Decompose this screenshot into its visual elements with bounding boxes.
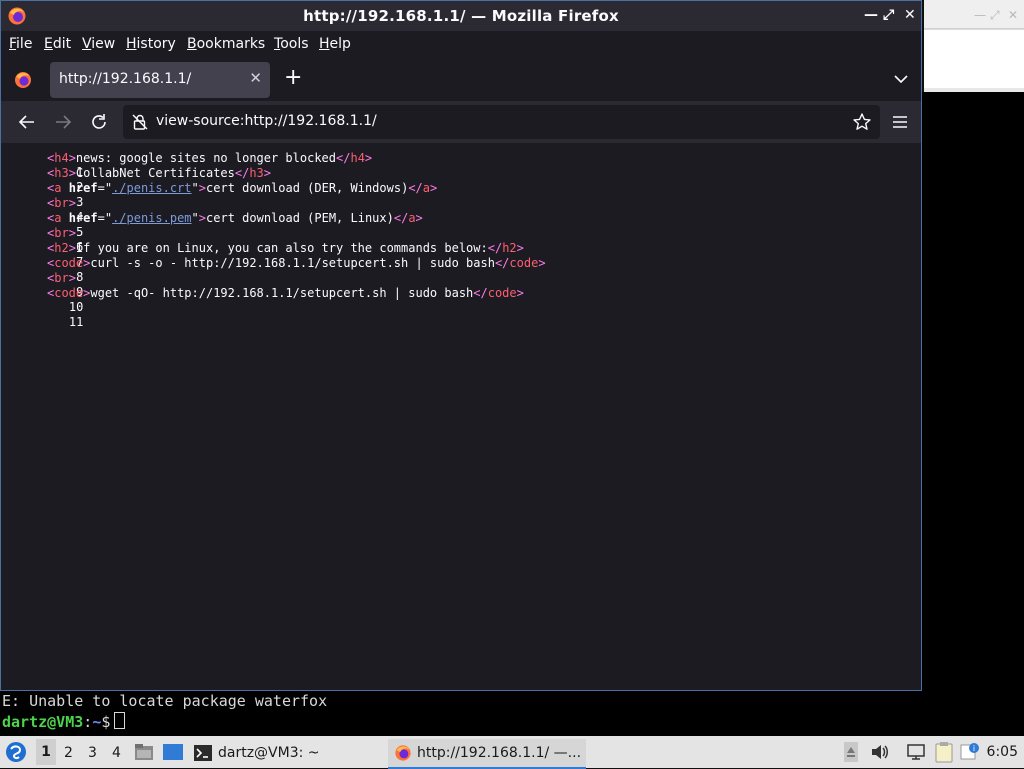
line-code: <br>	[47, 271, 76, 285]
source-line: 10 <code>wget -qO- http://192.168.1.1/se…	[1, 286, 524, 314]
prompt-user: dartz@VM3	[2, 713, 84, 731]
source-line: 1 <h4>news: google sites no longer block…	[1, 151, 372, 179]
line-code: <br>	[47, 196, 76, 210]
line-number: 11	[68, 315, 84, 329]
menu-file[interactable]: File	[9, 36, 32, 52]
close-icon[interactable]: ✕	[904, 7, 916, 23]
workspace-1[interactable]: 1	[36, 739, 56, 765]
terminal-icon	[194, 745, 212, 761]
background-minimize-icon[interactable]: —	[974, 8, 986, 22]
source-line: 2 <h3>CollabNet Certificates</h3>	[1, 166, 271, 194]
workspace-3[interactable]: 3	[88, 745, 97, 761]
taskbar-firefox-button[interactable]: http://192.168.1.1/ —...	[388, 739, 586, 769]
insecure-lock-icon[interactable]	[131, 113, 149, 131]
firefox-icon	[395, 745, 411, 761]
menu-help[interactable]: Help	[319, 36, 351, 52]
line-code: <h3>CollabNet Certificates</h3>	[47, 166, 272, 180]
terminal-error-line: E: Unable to locate package waterfox	[2, 692, 328, 710]
taskbar-firefox-label: http://192.168.1.1/ —...	[417, 745, 582, 761]
maximize-icon[interactable]: ⤢	[883, 7, 894, 23]
notification-info-icon[interactable]: i	[960, 742, 980, 762]
back-arrow-icon[interactable]	[16, 111, 38, 133]
file-manager-icon[interactable]	[134, 742, 154, 762]
volume-icon[interactable]	[870, 743, 890, 761]
clock[interactable]: 6:05	[987, 744, 1018, 760]
source-line: 7 <h2>If you are on Linux, you can also …	[1, 241, 524, 269]
tab-list-chevron-down-icon[interactable]	[893, 71, 909, 87]
menubar: File Edit View History Bookmarks Tools H…	[1, 31, 921, 57]
new-tab-plus-icon[interactable]: +	[284, 66, 302, 90]
menu-bookmarks[interactable]: Bookmarks	[187, 36, 265, 52]
menu-tools[interactable]: Tools	[274, 36, 309, 52]
menu-edit[interactable]: Edit	[44, 36, 71, 52]
window-titlebar[interactable]: http://192.168.1.1/ — Mozilla Firefox — …	[1, 1, 921, 31]
prompt-path: ~	[92, 713, 102, 731]
background-close-icon[interactable]: ✕	[1008, 8, 1018, 22]
view-source-content[interactable]: 1 <h4>news: google sites no longer block…	[1, 143, 921, 690]
line-code: <br>	[47, 226, 76, 240]
workspace-4[interactable]: 4	[112, 745, 121, 761]
taskbar-terminal-label: dartz@VM3: ~	[218, 745, 320, 761]
tab-label: http://192.168.1.1/	[59, 71, 192, 87]
terminal-cursor	[114, 712, 126, 729]
line-code: <code>wget -qO- http://192.168.1.1/setup…	[47, 286, 524, 300]
href-link-crt[interactable]: ./penis.crt	[112, 181, 191, 195]
svg-text:i: i	[973, 744, 975, 753]
source-line: 5 <a href="./penis.pem">cert download (P…	[1, 211, 423, 239]
background-maximize-icon[interactable]: ⤢	[990, 8, 1000, 23]
source-line: 9 <br>	[1, 271, 83, 299]
line-code: <h4>news: google sites no longer blocked…	[47, 151, 373, 165]
href-link-pem[interactable]: ./penis.pem	[112, 211, 191, 225]
source-line: 8 <code>curl -s -o - http://192.168.1.1/…	[1, 256, 546, 284]
source-line: 4 <br>	[1, 196, 83, 224]
eject-icon[interactable]	[844, 742, 858, 762]
prompt-separator: :	[83, 713, 93, 731]
navigation-toolbar: view-source:http://192.168.1.1/	[1, 101, 921, 143]
source-line: 3 <a href="./penis.crt">cert download (D…	[1, 181, 437, 209]
window-title: http://192.168.1.1/ — Mozilla Firefox	[303, 7, 619, 25]
bookmark-star-icon[interactable]	[852, 112, 872, 132]
firefox-view-icon[interactable]	[13, 70, 33, 90]
address-bar[interactable]: view-source:http://192.168.1.1/	[123, 105, 880, 139]
menu-view[interactable]: View	[82, 36, 115, 52]
line-code: <a href="./penis.pem">cert download (PEM…	[47, 211, 423, 225]
network-icon[interactable]	[906, 743, 926, 761]
forward-arrow-icon[interactable]	[52, 111, 74, 133]
background-window: — ⤢ ✕	[924, 0, 1024, 92]
tab-active[interactable]: http://192.168.1.1/ ✕	[50, 62, 270, 98]
minimize-icon[interactable]: —	[864, 7, 878, 23]
tab-bar: http://192.168.1.1/ ✕ +	[1, 57, 921, 101]
background-window-body	[924, 29, 1024, 88]
terminal-prompt[interactable]: dartz@VM3:~$	[2, 712, 126, 731]
menu-history[interactable]: History	[126, 36, 176, 52]
show-desktop-icon[interactable]	[162, 742, 184, 762]
line-code: <code>curl -s -o - http://192.168.1.1/se…	[47, 256, 546, 270]
workspace-2[interactable]: 2	[64, 745, 73, 761]
hamburger-menu-icon[interactable]	[891, 113, 909, 131]
source-line: 6 <br>	[1, 226, 83, 254]
taskbar: 1 2 3 4 dartz@VM3: ~ http://192.168.1.1/…	[0, 736, 1024, 769]
line-code: <a href="./penis.crt">cert download (DER…	[47, 181, 438, 195]
prompt-symbol: $	[101, 713, 111, 731]
tab-close-icon[interactable]: ✕	[249, 69, 262, 87]
reload-icon[interactable]	[88, 111, 110, 133]
clipboard-icon[interactable]	[934, 741, 954, 763]
taskbar-terminal-button[interactable]: dartz@VM3: ~	[190, 739, 380, 767]
firefox-window: http://192.168.1.1/ — Mozilla Firefox — …	[0, 0, 922, 691]
start-menu-icon[interactable]	[5, 741, 27, 763]
line-code: <h2>If you are on Linux, you can also tr…	[47, 241, 524, 255]
address-input[interactable]: view-source:http://192.168.1.1/	[156, 113, 377, 129]
source-line: 11	[1, 301, 83, 329]
